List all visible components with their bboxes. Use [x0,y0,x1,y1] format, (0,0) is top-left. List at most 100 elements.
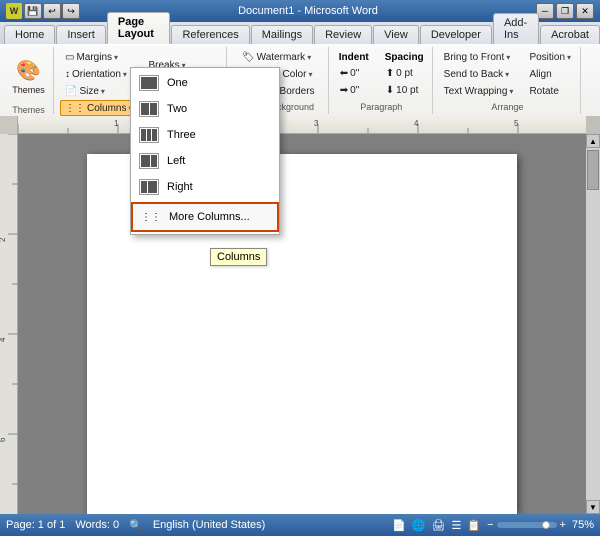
columns-right-label: Right [167,181,193,193]
ruler-corner [0,116,18,134]
columns-icon: ⋮⋮ [65,103,85,114]
columns-three-icon [139,126,159,144]
status-page: Page: 1 of 1 [6,519,65,531]
tab-developer[interactable]: Developer [420,25,492,44]
columns-two-label: Two [167,103,187,115]
tab-insert[interactable]: Insert [56,25,106,44]
position-button[interactable]: Position ▾ [524,50,576,66]
ribbon-content: 🎨 Themes Themes ▭ Margins ▾ ↕ Orientatio… [0,44,600,116]
columns-left-label: Left [167,155,185,167]
columns-one-item[interactable]: One [131,70,279,96]
paragraph-group-label: Paragraph [360,100,402,112]
text-wrapping-arrow: ▾ [509,87,513,96]
scroll-down-button[interactable]: ▼ [586,500,600,514]
zoom-thumb [542,521,550,529]
margins-arrow: ▾ [114,53,118,62]
columns-button[interactable]: ⋮⋮ Columns ▾ [60,100,137,116]
status-bar: Page: 1 of 1 Words: 0 🔍 English (United … [0,514,600,536]
spacing-label: Spacing [381,51,428,64]
tab-review[interactable]: Review [314,25,372,44]
svg-text:1: 1 [114,119,119,128]
restore-button[interactable]: ❐ [556,3,574,19]
tab-view[interactable]: View [373,25,419,44]
columns-right-item[interactable]: Right [131,174,279,200]
zoom-in-icon[interactable]: + [560,519,566,531]
themes-group: 🎨 Themes Themes [4,47,54,114]
align-button[interactable]: Align [524,67,576,83]
zoom-track[interactable] [497,522,557,528]
ruler-vertical: 2 4 6 [0,134,18,514]
scroll-thumb[interactable] [587,150,599,190]
svg-text:4: 4 [414,119,419,128]
spacing-after-button[interactable]: ⬇ 10 pt [381,82,428,98]
watermark-arrow: ▾ [307,53,311,62]
margins-button[interactable]: ▭ Margins ▾ [60,49,137,65]
arrange-group-label: Arrange [491,100,523,112]
scroll-up-button[interactable]: ▲ [586,134,600,148]
paragraph-group: Indent ⬅ 0" ➡ 0" Spacing ⬆ 0 pt ⬇ 1 [331,47,433,114]
themes-icon: 🎨 [16,58,41,83]
columns-more-item[interactable]: ⋮⋮ More Columns... [131,202,279,232]
svg-text:6: 6 [0,437,7,442]
themes-label: Themes [12,85,45,95]
svg-text:5: 5 [514,119,519,128]
svg-text:3: 3 [314,119,319,128]
columns-two-item[interactable]: Two [131,96,279,122]
ruler-container: 1 2 3 4 5 [0,116,600,134]
columns-left-icon [139,152,159,170]
tab-references[interactable]: References [171,25,249,44]
status-words: Words: 0 [75,519,119,531]
columns-left-item[interactable]: Left [131,148,279,174]
bring-to-front-arrow: ▾ [506,53,510,62]
send-to-back-button[interactable]: Send to Back ▾ [439,67,519,83]
orientation-arrow: ▾ [123,70,127,79]
indent-label: Indent [335,51,373,64]
themes-group-label: Themes [12,103,45,115]
columns-three-item[interactable]: Three [131,122,279,148]
text-wrapping-button[interactable]: Text Wrapping ▾ [439,84,519,100]
svg-text:4: 4 [0,337,7,342]
rotate-button[interactable]: Rotate [524,84,576,100]
columns-right-icon [139,178,159,196]
zoom-out-icon[interactable]: − [487,519,493,531]
spacing-before-button[interactable]: ⬆ 0 pt [381,65,428,81]
size-icon: 📄 [65,86,77,97]
status-language: English (United States) [153,519,266,531]
watermark-icon: 🏷 [242,52,255,63]
ruler-horizontal: 1 2 3 4 5 [18,116,586,134]
indent-right-button[interactable]: ➡ 0" [335,82,373,98]
tab-mailings[interactable]: Mailings [251,25,313,44]
send-to-back-arrow: ▾ [505,70,509,79]
size-button[interactable]: 📄 Size ▾ [60,83,137,99]
quick-access-redo[interactable]: ↪ [62,3,80,19]
orientation-button[interactable]: ↕ Orientation ▾ [60,66,137,82]
scroll-track[interactable] [586,148,600,500]
vertical-scrollbar[interactable]: ▲ ▼ [586,134,600,514]
tooltip-text: Columns [217,251,260,263]
arrange-group: Bring to Front ▾ Send to Back ▾ Text Wra… [435,47,581,114]
close-button[interactable]: ✕ [576,3,594,19]
ribbon-tabs: Home Insert Page Layout References Maili… [0,22,600,44]
columns-three-label: Three [167,129,196,141]
svg-text:2: 2 [0,237,7,242]
quick-access-save[interactable]: 💾 [24,3,42,19]
margins-icon: ▭ [65,52,74,63]
bring-to-front-button[interactable]: Bring to Front ▾ [439,50,519,66]
columns-more-icon: ⋮⋮ [141,208,161,226]
tab-home[interactable]: Home [4,25,55,44]
tab-acrobat[interactable]: Acrobat [540,25,600,44]
columns-one-icon [139,74,159,92]
zoom-control[interactable]: − + 75% [487,519,594,531]
size-arrow: ▾ [101,87,105,96]
quick-access-undo[interactable]: ↩ [43,3,61,19]
tab-addins[interactable]: Add-Ins [493,13,539,44]
position-arrow: ▾ [567,53,571,62]
indent-left-button[interactable]: ⬅ 0" [335,65,373,81]
columns-more-label: More Columns... [169,211,250,223]
columns-dropdown: One Two Three Left Right ⋮⋮ More Columns… [130,67,280,235]
main-area: 2 4 6 ▲ ▼ [0,134,600,514]
watermark-button[interactable]: 🏷 Watermark ▾ [237,50,320,66]
themes-button[interactable]: 🎨 Themes [10,49,48,103]
tab-page-layout[interactable]: Page Layout [107,12,171,44]
page-color-arrow: ▾ [308,70,312,79]
